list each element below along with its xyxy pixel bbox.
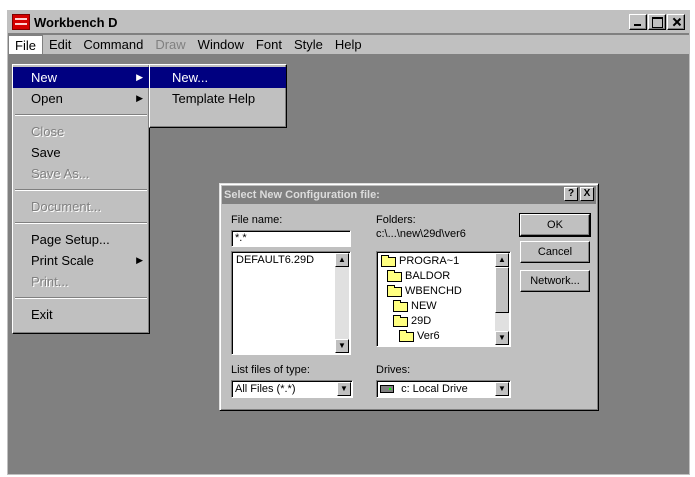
folder-name: BALDOR — [405, 270, 451, 282]
menu-edit[interactable]: Edit — [43, 35, 77, 54]
file-name-input[interactable]: *.* — [231, 230, 351, 247]
folder-item[interactable]: WBENCHD — [381, 284, 506, 299]
folder-open-icon — [393, 314, 408, 327]
minimize-button[interactable] — [629, 14, 647, 30]
drives-label: Drives: — [376, 364, 411, 376]
menu-draw[interactable]: Draw — [149, 35, 191, 54]
drives-select[interactable]: c: Local Drive ▼ — [376, 380, 511, 398]
folder-item[interactable]: PROGRA~1 — [381, 254, 506, 269]
file-menu-save-as[interactable]: Save As... — [13, 163, 149, 184]
file-menu-print-scale[interactable]: Print Scale ▶ — [13, 250, 149, 271]
scroll-up-icon[interactable]: ▲ — [335, 253, 349, 267]
menu-window[interactable]: Window — [192, 35, 250, 54]
close-button[interactable] — [667, 14, 685, 30]
folder-name: Ver6 — [417, 330, 440, 342]
file-menu-open-label: Open — [31, 91, 63, 106]
scroll-down-icon[interactable]: ▼ — [495, 331, 509, 345]
window-title: Workbench D — [34, 14, 118, 30]
folder-name: 29D — [411, 315, 432, 327]
scroll-up-icon[interactable]: ▲ — [495, 253, 509, 267]
menu-help[interactable]: Help — [329, 35, 368, 54]
file-type-select[interactable]: All Files (*.*) ▼ — [231, 380, 353, 398]
file-name-label: File name: — [231, 214, 283, 226]
folder-open-icon — [381, 254, 396, 267]
folder-open-icon — [387, 269, 402, 282]
scroll-down-icon[interactable]: ▼ — [335, 339, 349, 353]
folders-label: Folders: — [376, 214, 416, 226]
file-list-scrollbar[interactable]: ▲ ▼ — [335, 253, 349, 353]
submenu-new[interactable]: New... — [150, 67, 286, 88]
folders-path: c:\...\new\29d\ver6 — [376, 228, 466, 240]
maximize-button[interactable] — [648, 14, 666, 30]
select-config-dialog: Select New Configuration file: ? X File … — [219, 183, 599, 411]
menu-separator — [15, 297, 147, 299]
file-menu-exit[interactable]: Exit — [13, 304, 149, 325]
folder-item[interactable]: NEW — [381, 299, 506, 314]
file-menu-print-scale-label: Print Scale — [31, 253, 94, 268]
scroll-thumb[interactable] — [495, 267, 509, 313]
file-list[interactable]: DEFAULT6.29D ▲ ▼ — [231, 251, 351, 355]
workbench-window: Workbench D File Edit Command Draw Windo… — [7, 10, 690, 475]
menu-separator — [15, 222, 147, 224]
dialog-title: Select New Configuration file: — [224, 189, 380, 201]
folder-open-icon — [393, 299, 408, 312]
file-menu-document[interactable]: Document... — [13, 196, 149, 217]
file-menu-new[interactable]: New ▶ — [13, 67, 149, 88]
menu-style[interactable]: Style — [288, 35, 329, 54]
file-menu-open[interactable]: Open ▶ — [13, 88, 149, 109]
folder-name: PROGRA~1 — [399, 255, 460, 267]
folder-open-icon — [387, 284, 402, 297]
dropdown-arrow-icon[interactable]: ▼ — [495, 382, 509, 396]
file-type-value: All Files (*.*) — [235, 383, 296, 395]
menu-command[interactable]: Command — [77, 35, 149, 54]
folder-tree-scrollbar[interactable]: ▲ ▼ — [495, 253, 509, 345]
submenu-arrow-icon: ▶ — [136, 255, 143, 265]
menu-separator — [15, 189, 147, 191]
dropdown-arrow-icon[interactable]: ▼ — [337, 382, 351, 396]
folder-item[interactable]: BALDOR — [381, 269, 506, 284]
app-icon[interactable] — [12, 14, 30, 30]
dialog-help-button[interactable]: ? — [564, 187, 578, 201]
folder-name: WBENCHD — [405, 285, 462, 297]
drives-value: c: Local Drive — [401, 383, 468, 395]
cancel-button[interactable]: Cancel — [520, 241, 590, 263]
folder-tree[interactable]: PROGRA~1 BALDOR WBENCHD NEW 29D Ver6 ▲ ▼ — [376, 251, 511, 347]
network-button[interactable]: Network... — [520, 270, 590, 292]
window-controls — [628, 14, 685, 30]
ok-button[interactable]: OK — [519, 213, 591, 237]
title-bar[interactable]: Workbench D — [8, 11, 689, 33]
file-menu-print[interactable]: Print... — [13, 271, 149, 292]
menu-separator — [15, 114, 147, 116]
folder-item[interactable]: Ver6 — [381, 329, 506, 344]
folder-open-icon — [399, 329, 414, 342]
file-menu-close[interactable]: Close — [13, 121, 149, 142]
file-list-item[interactable]: DEFAULT6.29D — [232, 252, 350, 268]
drive-icon — [380, 385, 394, 394]
folder-name: NEW — [411, 300, 437, 312]
new-submenu: New... Template Help — [149, 64, 287, 128]
dialog-title-bar[interactable]: Select New Configuration file: ? X — [222, 186, 596, 204]
menu-bar: File Edit Command Draw Window Font Style… — [8, 35, 689, 55]
folder-item[interactable]: 29D — [381, 314, 506, 329]
file-menu-save[interactable]: Save — [13, 142, 149, 163]
file-menu-new-label: New — [31, 70, 58, 85]
menu-file[interactable]: File — [8, 35, 43, 54]
list-files-type-label: List files of type: — [231, 364, 310, 376]
file-menu-dropdown: New ▶ Open ▶ Close Save Save As... Docum… — [12, 64, 150, 334]
dialog-close-button[interactable]: X — [580, 187, 594, 201]
dialog-title-controls: ? X — [562, 187, 594, 201]
submenu-template-help[interactable]: Template Help — [150, 88, 286, 109]
file-menu-page-setup[interactable]: Page Setup... — [13, 229, 149, 250]
menu-font[interactable]: Font — [250, 35, 288, 54]
submenu-arrow-icon: ▶ — [136, 93, 143, 103]
submenu-arrow-icon: ▶ — [136, 72, 143, 82]
